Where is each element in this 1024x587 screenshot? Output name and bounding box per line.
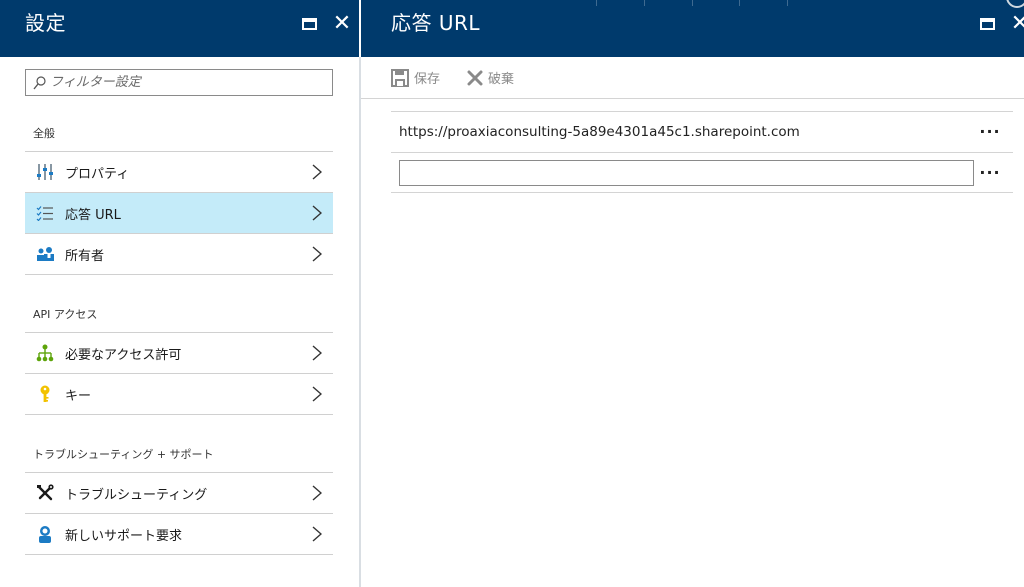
menu-item-label: 所有者 xyxy=(65,248,105,264)
menu-item-required-permissions[interactable]: 必要なアクセス許可 xyxy=(25,332,333,373)
command-bar: 保存 破棄 xyxy=(361,57,1024,99)
menu-item-owners[interactable]: 所有者 xyxy=(25,233,333,274)
list-divider xyxy=(25,414,333,415)
reply-url-row: https://proaxiaconsulting-5a89e4301a45c1… xyxy=(391,111,1013,152)
close-button[interactable]: ✕ xyxy=(331,13,353,35)
new-reply-url-input[interactable] xyxy=(399,159,974,186)
menu-item-keys[interactable]: キー xyxy=(25,373,333,414)
chevron-right-icon xyxy=(307,203,327,223)
settings-blade-title: 設定 xyxy=(25,11,66,35)
menu-item-properties[interactable]: プロパティ xyxy=(25,151,333,192)
chevron-right-icon xyxy=(307,524,327,544)
search-icon xyxy=(33,75,46,89)
maximize-icon xyxy=(301,18,317,30)
section-title-general: 全般 xyxy=(33,127,55,140)
key-icon xyxy=(35,384,55,404)
menu-item-label: 応答 URL xyxy=(65,207,121,223)
menu-item-label: トラブルシューティング xyxy=(65,487,208,503)
chevron-right-icon xyxy=(307,483,327,503)
hierarchy-icon xyxy=(35,343,55,363)
menu-item-new-support-request[interactable]: 新しいサポート要求 xyxy=(25,513,333,555)
maximize-button[interactable] xyxy=(976,13,998,35)
chevron-right-icon xyxy=(307,162,327,182)
discard-button[interactable]: 破棄 xyxy=(467,68,514,87)
close-button[interactable]: ✕ xyxy=(1009,13,1024,35)
header-divider xyxy=(596,0,597,6)
close-icon: ✕ xyxy=(332,11,352,36)
chevron-right-icon xyxy=(307,343,327,363)
list-icon xyxy=(35,203,55,223)
menu-item-label: プロパティ xyxy=(65,166,130,182)
blade-divider xyxy=(359,57,361,587)
discard-icon xyxy=(467,70,483,85)
section-title-troubleshooting-support: トラブルシューティング + サポート xyxy=(33,448,214,461)
maximize-icon xyxy=(979,18,995,30)
reply-url-blade-header: 応答 URL ✕ xyxy=(361,0,1024,57)
list-divider xyxy=(25,274,333,275)
chevron-right-icon xyxy=(307,244,327,264)
new-reply-url-row: ··· xyxy=(391,152,1013,193)
owners-icon xyxy=(35,244,55,264)
menu-item-reply-url[interactable]: 応答 URL xyxy=(25,192,333,233)
sliders-icon xyxy=(35,162,55,182)
more-options-icon[interactable]: ··· xyxy=(975,164,1005,180)
save-button[interactable]: 保存 xyxy=(391,68,440,87)
header-divider xyxy=(692,0,693,6)
filter-box[interactable] xyxy=(25,69,333,96)
close-icon: ✕ xyxy=(1010,11,1024,36)
section-title-api-access: API アクセス xyxy=(33,308,98,321)
menu-item-label: キー xyxy=(65,388,92,404)
menu-item-label: 新しいサポート要求 xyxy=(65,528,183,544)
reply-url-blade-title: 応答 URL xyxy=(391,11,481,35)
menu-item-label: 必要なアクセス許可 xyxy=(65,347,182,363)
save-label: 保存 xyxy=(414,72,441,87)
header-divider xyxy=(739,0,740,6)
settings-blade-header: 設定 ✕ xyxy=(0,0,359,57)
more-options-icon[interactable]: ··· xyxy=(975,124,1005,140)
chevron-right-icon xyxy=(307,384,327,404)
discard-label: 破棄 xyxy=(488,72,515,87)
header-divider xyxy=(787,0,788,6)
reply-url-value[interactable]: https://proaxiaconsulting-5a89e4301a45c1… xyxy=(399,124,975,140)
wrench-screwdriver-icon xyxy=(35,483,55,503)
header-divider xyxy=(644,0,645,6)
support-person-icon xyxy=(35,524,55,544)
menu-item-troubleshooting[interactable]: トラブルシューティング xyxy=(25,472,333,513)
save-icon xyxy=(391,68,409,87)
maximize-button[interactable] xyxy=(298,13,320,35)
filter-input[interactable] xyxy=(50,75,320,90)
